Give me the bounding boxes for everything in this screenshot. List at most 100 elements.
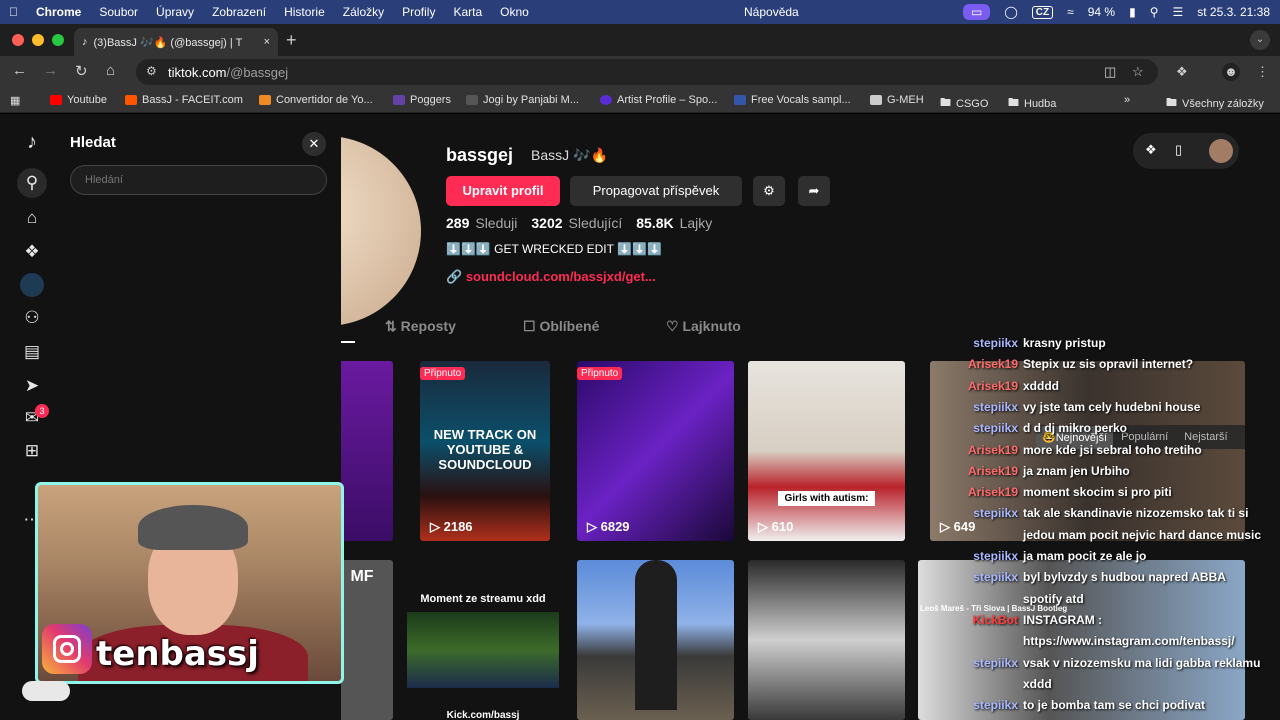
toggles-icon[interactable]: ☰ <box>1173 5 1184 19</box>
chat-username[interactable]: KickBot <box>963 613 1018 627</box>
address-bar[interactable]: ⚙ tiktok.com/@bassgej <box>136 59 1158 85</box>
back-icon[interactable]: ← <box>12 62 27 79</box>
explore-icon[interactable]: ❖ <box>20 240 44 264</box>
browser-tab[interactable]: ♪ (3)BassJ 🎶🔥 (@bassgej) | T × <box>74 28 278 56</box>
site-info-icon[interactable]: ⚙ <box>146 64 157 78</box>
tab-close-icon[interactable]: × <box>264 36 270 48</box>
promote-post-button[interactable]: Propagovat příspěvek <box>570 176 742 206</box>
video-card[interactable]: Připnuto ▷ 6829 <box>577 361 734 541</box>
new-tab-icon[interactable]: + <box>286 30 297 51</box>
tab-liked[interactable]: ♡ Lajknuto <box>666 318 741 335</box>
following-avatar[interactable] <box>20 273 44 297</box>
menu-file[interactable]: Soubor <box>90 5 147 19</box>
toggle-widget[interactable] <box>22 681 70 701</box>
bookmark-poggers[interactable]: Poggers <box>393 94 451 106</box>
chat-username[interactable]: stepiikx <box>963 656 1018 670</box>
video-card[interactable] <box>341 361 393 541</box>
chat-username[interactable]: stepiikx <box>963 698 1018 712</box>
controlcenter-icon[interactable]: ◯ <box>1004 5 1017 19</box>
chat-username[interactable]: Arisek19 <box>963 464 1018 478</box>
chat-username[interactable]: Arisek19 <box>963 443 1018 457</box>
menu-app-name[interactable]: Chrome <box>27 5 90 19</box>
upload-icon[interactable]: ⊞ <box>20 439 44 463</box>
bookmark-folder-csgo[interactable]: 🖿 CSGO <box>940 94 988 113</box>
bookmark-folder-hudba[interactable]: 🖿 Hudba <box>1008 94 1056 113</box>
video-card[interactable]: Girls with autism: ▷ 610 <box>748 361 905 541</box>
apple-icon[interactable]:  <box>0 5 27 19</box>
video-card[interactable]: MF <box>341 560 393 720</box>
tab-search-icon[interactable]: ⌄ <box>1250 30 1270 50</box>
chat-username[interactable]: stepiikx <box>963 549 1018 563</box>
screen-share-icon[interactable]: ▭ <box>963 4 991 20</box>
menu-tab[interactable]: Karta <box>444 5 491 19</box>
sort-oldest[interactable]: Nejstarší <box>1176 431 1235 443</box>
bookmark-faceit[interactable]: BassJ - FACEIT.com <box>125 94 243 106</box>
live-icon[interactable]: ▤ <box>20 340 44 364</box>
friends-icon[interactable]: ⚇ <box>20 306 44 330</box>
settings-gear-icon[interactable]: ⚙ <box>753 176 785 206</box>
compass-icon[interactable]: ❖ <box>1145 142 1157 158</box>
close-window-icon[interactable] <box>12 34 24 46</box>
bookmark-youtube[interactable]: Youtube <box>50 94 107 106</box>
chat-username[interactable]: Arisek19 <box>963 485 1018 499</box>
tiktok-logo-icon[interactable]: ♪ <box>20 130 44 154</box>
chat-username[interactable]: stepiikx <box>963 570 1018 584</box>
minimize-window-icon[interactable] <box>32 34 44 46</box>
zoom-window-icon[interactable] <box>52 34 64 46</box>
menu-edit[interactable]: Úpravy <box>147 5 203 19</box>
chat-username[interactable]: Arisek19 <box>963 357 1018 371</box>
wifi-icon[interactable]: ≈ <box>1067 5 1074 19</box>
bookmarks-overflow[interactable]: » <box>1124 94 1130 106</box>
user-avatar[interactable] <box>1209 139 1233 163</box>
menu-history[interactable]: Historie <box>275 5 334 19</box>
video-card[interactable] <box>577 560 734 720</box>
bookmark-star-icon[interactable]: ☆ <box>1132 64 1144 80</box>
menu-profiles[interactable]: Profily <box>393 5 444 19</box>
edit-profile-button[interactable]: Upravit profil <box>446 176 560 206</box>
video-card[interactable] <box>748 560 905 720</box>
spotlight-icon[interactable]: ⚲ <box>1150 5 1159 19</box>
all-bookmarks[interactable]: 🖿 Všechny záložky <box>1166 94 1264 113</box>
install-app-icon[interactable]: ◫ <box>1104 64 1116 80</box>
bookmark-convertidor[interactable]: Convertidor de Yo... <box>259 94 373 106</box>
chat-username[interactable]: Arisek19 <box>963 379 1018 393</box>
search-icon[interactable]: ⚲ <box>17 168 47 198</box>
profile-avatar[interactable] <box>341 136 421 326</box>
chat-username[interactable]: stepiikx <box>963 506 1018 520</box>
battery-level[interactable]: 94 % <box>1088 5 1115 19</box>
bookmark-jogi[interactable]: Jogi by Panjabi M... <box>466 94 579 106</box>
menu-help[interactable]: Nápověda <box>735 5 808 19</box>
bookmark-gmeh[interactable]: G-MEH <box>870 94 924 106</box>
profile-avatar[interactable]: ☻ <box>1222 63 1240 81</box>
extensions-icon[interactable]: ❖ <box>1176 64 1188 80</box>
chat-username[interactable]: stepiikx <box>963 336 1018 350</box>
battery-icon[interactable]: ▮ <box>1129 5 1136 19</box>
share-icon[interactable]: ➦ <box>798 176 830 206</box>
chat-username[interactable]: stepiikx <box>963 421 1018 435</box>
video-card[interactable]: Moment ze streamu xdd Kick.com/bassj <box>403 560 563 720</box>
bookmark-free-vocals[interactable]: Free Vocals sampl... <box>734 94 851 106</box>
profile-link[interactable]: 🔗 soundcloud.com/bassjxd/get... <box>446 269 656 285</box>
apps-grid-icon[interactable]: ▦ <box>10 94 20 107</box>
menu-window[interactable]: Okno <box>491 5 538 19</box>
reload-icon[interactable]: ↻ <box>75 62 88 80</box>
device-icon[interactable]: ▯ <box>1175 142 1182 158</box>
video-card[interactable]: Připnuto NEW TRACK ON YOUTUBE & SOUNDCLO… <box>420 361 550 541</box>
menubar-clock[interactable]: st 25.3. 21:38 <box>1197 5 1270 19</box>
chat-username[interactable]: stepiikx <box>963 400 1018 414</box>
menu-view[interactable]: Zobrazení <box>203 5 275 19</box>
following-stat[interactable]: 289 Sleduji <box>446 215 517 231</box>
bookmark-artist-profile[interactable]: Artist Profile – Spo... <box>600 94 717 106</box>
tab-reposts[interactable]: ⇅ Reposty <box>385 318 456 335</box>
search-input[interactable] <box>70 165 327 195</box>
input-language[interactable]: CZ <box>1031 5 1054 19</box>
messages-icon[interactable]: ➤ <box>20 374 44 398</box>
home-icon[interactable]: ⌂ <box>20 206 44 230</box>
forward-icon[interactable]: → <box>43 62 58 79</box>
menu-bookmarks[interactable]: Záložky <box>334 5 393 19</box>
close-icon[interactable]: ✕ <box>302 132 326 156</box>
home-icon[interactable]: ⌂ <box>106 62 115 79</box>
chrome-menu-icon[interactable]: ⋮ <box>1256 64 1269 80</box>
tab-favorites[interactable]: ☐ Oblíbené <box>523 318 599 335</box>
followers-stat[interactable]: 3202 Sledující <box>531 215 622 231</box>
